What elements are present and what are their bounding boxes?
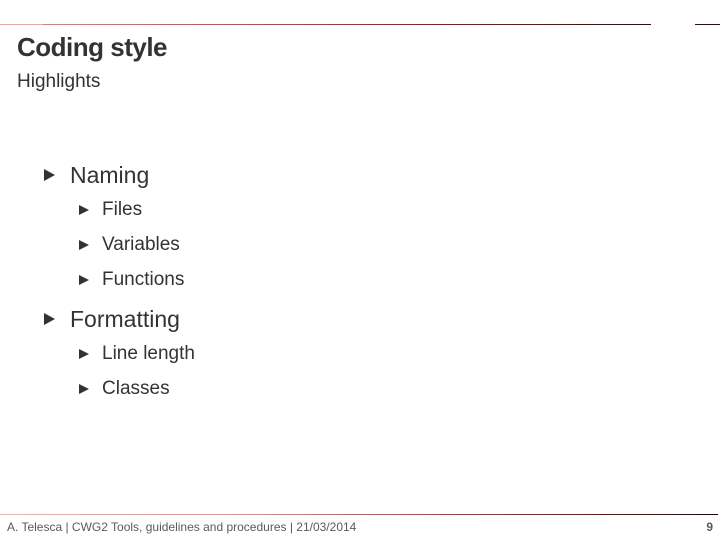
triangle-right-bullet-icon bbox=[79, 205, 89, 215]
triangle-right-bullet-icon bbox=[44, 313, 55, 325]
bullet-label: Naming bbox=[70, 161, 150, 188]
bullet-item-formatting: Formatting bbox=[44, 304, 180, 334]
page-number: 9 bbox=[706, 520, 713, 534]
bullet-label: Formatting bbox=[70, 305, 180, 332]
sub-bullet-item-classes: Classes bbox=[79, 376, 170, 402]
footer-rule bbox=[0, 514, 718, 515]
sub-bullet-item-line-length: Line length bbox=[79, 341, 195, 367]
sub-bullet-label: Variables bbox=[102, 234, 180, 255]
footer-text: A. Telesca | CWG2 Tools, guidelines and … bbox=[7, 520, 357, 534]
sub-bullet-label: Files bbox=[102, 199, 143, 220]
sub-bullet-label: Functions bbox=[102, 269, 185, 290]
sub-bullet-item-files: Files bbox=[79, 197, 142, 223]
bullet-list: Naming Files Variables Functions Formatt… bbox=[0, 0, 720, 500]
sub-bullet-item-variables: Variables bbox=[79, 232, 180, 258]
bullet-item-naming: Naming bbox=[44, 160, 149, 190]
triangle-right-bullet-icon bbox=[79, 349, 89, 359]
sub-bullet-label: Line length bbox=[102, 343, 195, 364]
triangle-right-bullet-icon bbox=[79, 275, 89, 285]
sub-bullet-item-functions: Functions bbox=[79, 267, 184, 293]
sub-bullet-label: Classes bbox=[102, 378, 170, 399]
triangle-right-bullet-icon bbox=[79, 384, 89, 394]
triangle-right-bullet-icon bbox=[44, 169, 55, 181]
triangle-right-bullet-icon bbox=[79, 240, 89, 250]
